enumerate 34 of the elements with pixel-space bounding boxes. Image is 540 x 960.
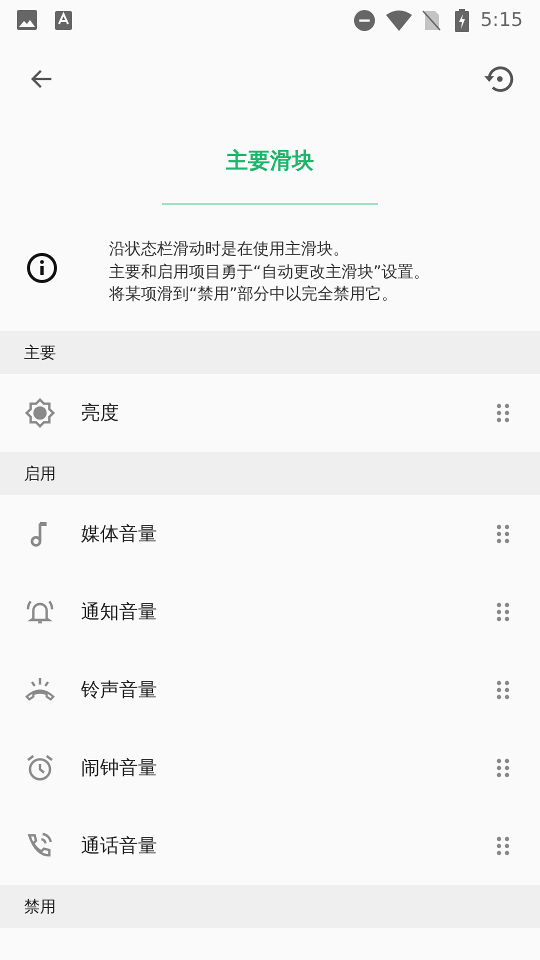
sun-icon: [24, 397, 56, 429]
page-title: 主要滑块: [226, 148, 314, 176]
item-label: 通知音量: [81, 600, 158, 625]
slider-list-item[interactable]: 闹钟音量: [0, 729, 540, 807]
section-header: 主要: [24, 342, 56, 364]
item-label: 媒体音量: [81, 522, 158, 547]
item-label: 通话音量: [81, 834, 158, 859]
slider-list-item[interactable]: 铃声音量: [0, 651, 540, 729]
slider-list-item[interactable]: 通话音量: [0, 807, 540, 885]
section-header: 启用: [24, 462, 56, 484]
item-label: 铃声音量: [81, 678, 158, 703]
drag-handle-icon[interactable]: [496, 758, 510, 778]
drag-handle-icon[interactable]: [496, 836, 510, 856]
text-icon: [55, 10, 72, 30]
item-label: 亮度: [81, 400, 120, 426]
no-sim-icon: [422, 10, 442, 30]
slider-list-item[interactable]: 通知音量: [0, 573, 540, 651]
info-text: 沿状态栏滑动时是在使用主滑块。: [109, 238, 350, 260]
section-header: 禁用: [24, 896, 56, 918]
battery-charging-icon: [455, 8, 470, 32]
clock-time: 5:15: [480, 8, 523, 33]
info-text: 主要和启用项目勇于“自动更改主滑块”设置。: [109, 260, 430, 283]
slider-list-item[interactable]: 媒体音量: [0, 495, 540, 573]
info-icon: [27, 253, 57, 283]
wifi-icon: [386, 10, 412, 30]
info-text: 将某项滑到“禁用”部分中以完全禁用它。: [109, 283, 399, 306]
drag-handle-icon[interactable]: [496, 680, 510, 700]
item-label: 闹钟音量: [81, 756, 158, 781]
drag-handle-icon[interactable]: [496, 403, 510, 423]
drag-handle-icon[interactable]: [496, 524, 510, 544]
drag-handle-icon[interactable]: [496, 602, 510, 622]
do-not-disturb-icon: [354, 10, 376, 30]
slider-list-item[interactable]: 亮度: [0, 374, 540, 452]
gallery-icon: [17, 10, 37, 30]
